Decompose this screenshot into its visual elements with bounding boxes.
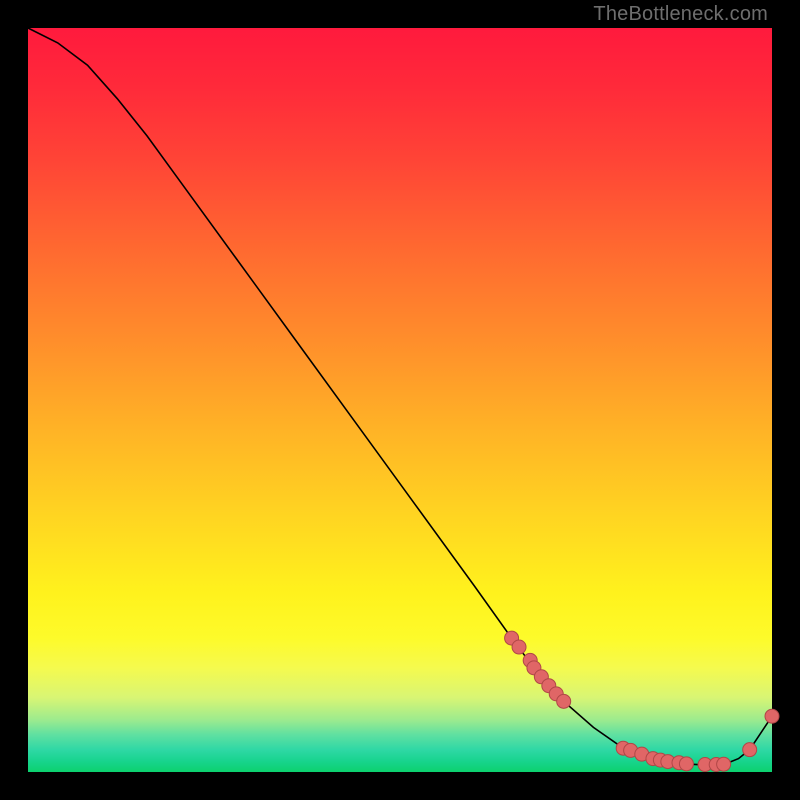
chart-curve bbox=[28, 28, 772, 765]
chart-marker bbox=[765, 709, 779, 723]
chart-marker bbox=[557, 694, 571, 708]
chart-markers bbox=[505, 631, 779, 771]
chart-marker bbox=[512, 640, 526, 654]
chart-marker bbox=[743, 743, 757, 757]
chart-plot-area bbox=[28, 28, 772, 772]
chart-marker bbox=[717, 757, 731, 771]
chart-marker bbox=[679, 757, 693, 771]
watermark-text: TheBottleneck.com bbox=[593, 3, 768, 26]
chart-svg bbox=[28, 28, 772, 772]
